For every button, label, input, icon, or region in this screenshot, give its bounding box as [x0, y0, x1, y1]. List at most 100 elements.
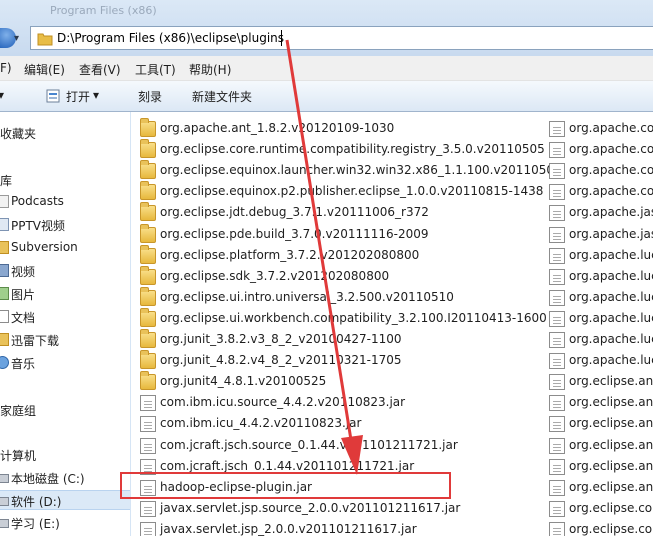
jar-file-icon: [549, 142, 565, 159]
jar-file-icon: [140, 458, 156, 475]
organize-dropdown-icon[interactable]: ▾: [0, 88, 4, 102]
file-name: javax.servlet.jsp.source_2.0.0.v20110121…: [160, 500, 461, 515]
nav-item-label: 文档: [11, 311, 36, 325]
file-name: org.eclipse.ui.intro.universal_3.2.500.v…: [160, 289, 454, 304]
file-name: org.eclipse.ant.: [569, 479, 653, 494]
jar-file-icon: [140, 500, 156, 517]
file-name: com.ibm.icu.source_4.4.2.v20110823.jar: [160, 395, 406, 410]
file-name: hadoop-eclipse-plugin.jar: [160, 479, 312, 494]
jar-file-icon: [549, 332, 565, 348]
nav-item-videos[interactable]: 视频: [0, 261, 130, 281]
nav-item-label: 本地磁盘 (C:): [11, 472, 85, 486]
folder-icon: [140, 265, 156, 285]
file-name: com.ibm.icu_4.4.2.v20110823.jar: [160, 416, 362, 431]
folder-icon: [140, 244, 156, 264]
nav-item-label: 软件 (D:): [11, 495, 62, 509]
folder-icon: [140, 160, 156, 180]
jar-file-icon: [140, 395, 156, 412]
nav-computer[interactable]: 计算机: [0, 445, 130, 465]
nav-item-music[interactable]: 音乐: [0, 353, 130, 373]
nav-drive-d[interactable]: 软件 (D:): [0, 490, 130, 510]
jar-file-icon: [549, 437, 565, 454]
address-path[interactable]: D:\Program Files (x86)\eclipse\plugins: [57, 31, 284, 45]
nav-item-subversion[interactable]: Subversion: [0, 238, 130, 258]
music-library-icon: [0, 195, 9, 208]
file-name: org.eclipse.com: [569, 521, 653, 536]
nav-item-documents[interactable]: 文档: [0, 307, 130, 327]
open-icon[interactable]: [46, 88, 62, 104]
picture-library-icon: [0, 287, 9, 300]
open-dropdown-icon[interactable]: ▾: [93, 88, 99, 102]
nav-drive-e[interactable]: 学习 (E:): [0, 513, 130, 533]
file-name: org.eclipse.jdt.debug_3.7.1.v20111006_r3…: [160, 205, 429, 220]
nav-libraries[interactable]: 库: [0, 170, 130, 190]
document-library-icon: [0, 310, 9, 323]
file-name: org.eclipse.platform_3.7.2.v201202080800: [160, 247, 420, 262]
jar-file-icon: [549, 479, 565, 496]
nav-item-label: Podcasts: [11, 194, 64, 208]
nav-item-label: 图片: [11, 288, 36, 302]
file-name: org.eclipse.ant.: [569, 374, 653, 389]
file-name: org.eclipse.ui.workbench.compatibility_3…: [160, 310, 547, 325]
file-name: org.apache.comm: [569, 184, 653, 199]
jar-file-icon: [549, 374, 565, 391]
file-name: org.apache.luce: [569, 268, 653, 283]
menu-tools[interactable]: 工具(T): [135, 61, 176, 78]
window-title: Program Files (x86): [50, 4, 157, 17]
open-button[interactable]: 打开: [66, 88, 90, 105]
nav-homegroup[interactable]: 家庭组: [0, 400, 130, 420]
folder-icon: [140, 223, 156, 243]
menu-file[interactable]: F): [0, 61, 12, 75]
nav-item-label: 迅雷下载: [11, 334, 60, 348]
video-library-icon: [0, 264, 9, 277]
file-name: org.apache.luce: [569, 310, 653, 325]
jar-file-icon: [140, 437, 156, 454]
new-folder-button[interactable]: 新建文件夹: [192, 88, 252, 105]
jar-file-icon: [549, 521, 565, 536]
nav-item-pptv[interactable]: PPTV视频: [0, 215, 130, 235]
file-name: org.eclipse.equinox.launcher.win32.win32…: [160, 163, 562, 178]
nav-libraries-label: 库: [0, 174, 13, 188]
jar-file-icon: [549, 121, 565, 137]
jar-file-icon: [549, 353, 565, 370]
music-library-icon: [0, 356, 9, 369]
nav-drive-c[interactable]: 本地磁盘 (C:): [0, 468, 130, 488]
menu-edit[interactable]: 编辑(E): [24, 61, 65, 78]
nav-item-thunder-downloads[interactable]: 迅雷下载: [0, 330, 130, 350]
nav-favorites-label: 收藏夹: [0, 127, 37, 141]
jar-file-icon: [140, 521, 156, 536]
command-bar: ▾ 打开 ▾ 刻录 新建文件夹: [0, 81, 653, 112]
jar-file-icon: [549, 500, 565, 517]
nav-item-label: 音乐: [11, 357, 36, 371]
file-name: org.eclipse.ant.: [569, 395, 653, 410]
folder-icon: [140, 350, 156, 370]
file-name: com.jcraft.jsch_0.1.44.v201101211721.jar: [160, 458, 415, 473]
drive-icon: [0, 474, 9, 483]
folder-icon: [140, 181, 156, 201]
nav-item-podcasts[interactable]: Podcasts: [0, 192, 130, 212]
file-name: org.apache.comm: [569, 121, 653, 135]
menu-view[interactable]: 查看(V): [79, 61, 121, 78]
folder-icon: [140, 139, 156, 159]
folder-icon: [140, 118, 156, 137]
nav-item-pictures[interactable]: 图片: [0, 284, 130, 304]
folder-icon: [140, 286, 156, 306]
menu-help[interactable]: 帮助(H): [189, 61, 231, 78]
history-dropdown-icon[interactable]: ▾: [14, 33, 19, 44]
file-name: org.apache.luce: [569, 247, 653, 262]
drive-icon: [0, 497, 9, 506]
jar-file-icon: [549, 310, 565, 327]
menu-bar: F) 编辑(E) 查看(V) 工具(T) 帮助(H): [0, 56, 653, 81]
file-name: org.apache.comm: [569, 142, 653, 157]
file-name: org.apache.luce: [569, 332, 653, 346]
file-name: org.eclipse.com: [569, 500, 653, 515]
address-field[interactable]: D:\Program Files (x86)\eclipse\plugins: [30, 26, 653, 50]
file-name: org.eclipse.core.runtime.compatibility.r…: [160, 142, 545, 157]
nav-item-label: PPTV视频: [11, 219, 66, 233]
jar-file-icon: [140, 416, 156, 433]
jar-file-icon: [549, 268, 565, 285]
burn-button[interactable]: 刻录: [138, 88, 162, 105]
nav-homegroup-label: 家庭组: [0, 404, 37, 418]
nav-favorites[interactable]: 收藏夹: [0, 123, 130, 143]
file-name: org.junit_3.8.2.v3_8_2_v20100427-1100: [160, 332, 402, 346]
